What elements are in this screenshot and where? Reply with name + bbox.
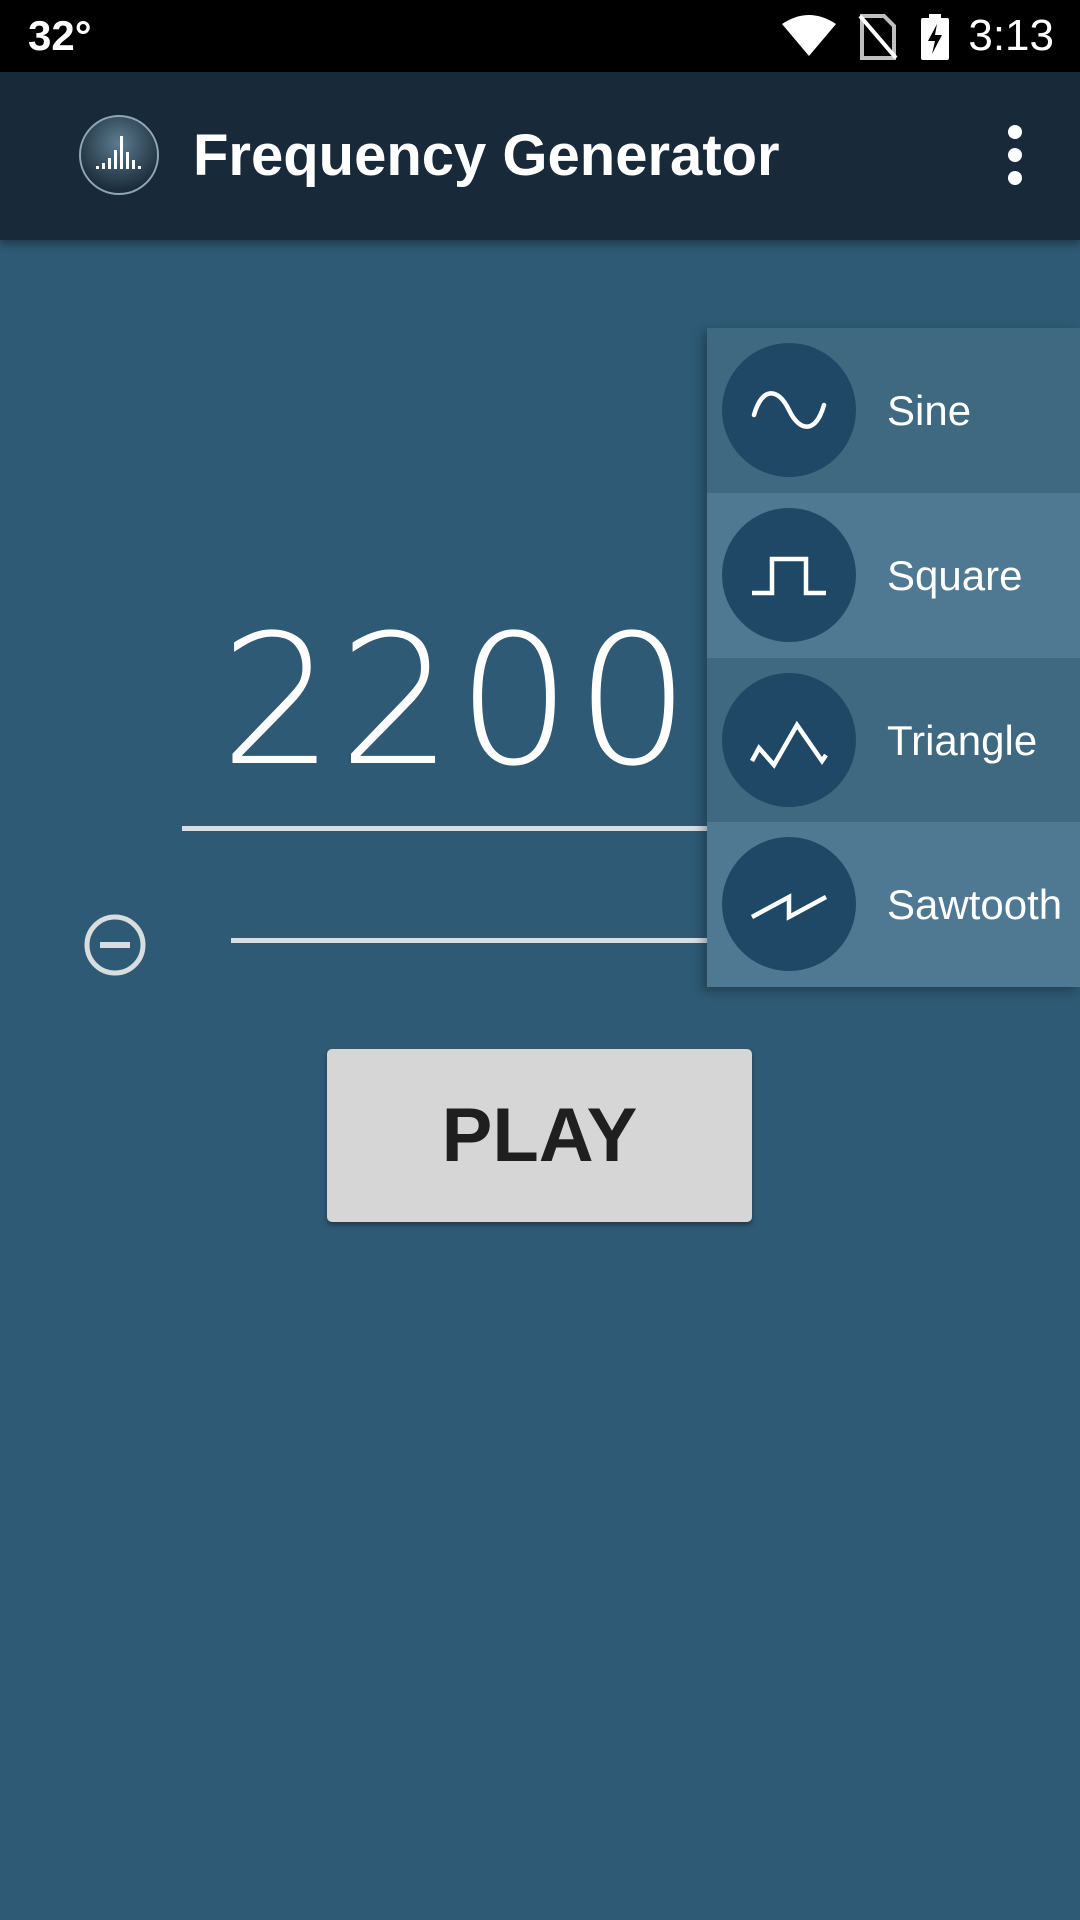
wifi-icon: [780, 14, 838, 63]
waveform-item-triangle[interactable]: Triangle: [707, 658, 1080, 823]
status-time: 3:13: [968, 11, 1054, 60]
app-bar: Frequency Generator: [0, 72, 1080, 240]
waveform-item-sine[interactable]: Sine: [707, 328, 1080, 493]
square-wave-icon: [722, 508, 856, 642]
sawtooth-wave-icon: [722, 837, 856, 971]
more-options-icon[interactable]: [995, 120, 1035, 190]
waveform-item-square[interactable]: Square: [707, 493, 1080, 658]
play-button[interactable]: PLAY: [327, 1049, 752, 1222]
decrease-frequency-icon[interactable]: [82, 912, 148, 978]
app-title: Frequency Generator: [193, 123, 780, 188]
status-temperature: 32°: [28, 12, 92, 59]
no-sim-icon: [858, 14, 898, 65]
battery-charging-icon: [920, 14, 950, 65]
waveform-label-sine: Sine: [887, 387, 972, 434]
waveform-menu: Sine Square Triangle Sawtooth: [707, 328, 1080, 987]
triangle-wave-icon: [722, 673, 856, 807]
waveform-label-sawtooth: Sawtooth: [887, 881, 1063, 928]
waveform-label-square: Square: [887, 552, 1023, 599]
waveform-item-sawtooth[interactable]: Sawtooth: [707, 822, 1080, 987]
app-logo-icon: [78, 114, 160, 196]
waveform-label-triangle: Triangle: [887, 717, 1038, 764]
sine-wave-icon: [722, 343, 856, 477]
status-bar: 32° 3:13: [0, 0, 1080, 72]
